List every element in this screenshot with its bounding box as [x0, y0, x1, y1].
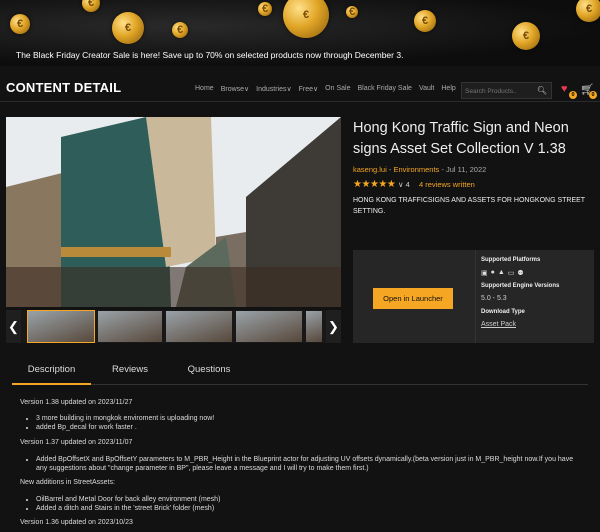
nav-home[interactable]: Home: [195, 85, 214, 93]
nav-help[interactable]: Help: [441, 85, 455, 93]
thumbnail[interactable]: [166, 311, 232, 342]
nav-vault[interactable]: Vault: [419, 85, 434, 93]
black-friday-banner[interactable]: The Black Friday Creator Sale is here! S…: [0, 0, 600, 66]
platform-icons: ▣ ● ▲ ▭ ⚉: [481, 269, 524, 277]
tab-reviews[interactable]: Reviews: [96, 360, 164, 385]
category-link[interactable]: Environments: [393, 165, 439, 174]
coin-decoration: [82, 0, 100, 12]
search-icon[interactable]: 🔍︎: [537, 86, 547, 95]
product-main-image[interactable]: [6, 117, 341, 307]
version-heading: Version 1.38 updated on 2023/11/27: [20, 399, 133, 406]
search-input[interactable]: [465, 85, 535, 97]
panel-divider: [475, 250, 476, 343]
gallery-prev-button[interactable]: ❮: [6, 310, 21, 343]
rating-count[interactable]: ∨ 4: [398, 180, 410, 189]
chevron-down-icon: ∨: [398, 180, 404, 189]
open-in-launcher-button[interactable]: Open in Launcher: [373, 288, 453, 309]
engine-versions-label: Supported Engine Versions: [481, 283, 560, 289]
thumbnail-strip: ❮ ❯: [6, 310, 341, 343]
hong-kong-street-image: [6, 117, 341, 307]
coin-decoration: [172, 22, 188, 38]
coin-decoration: [283, 0, 329, 38]
coin-decoration: [112, 12, 144, 44]
list-item: OilBarrel and Metal Door for back alley …: [36, 495, 220, 504]
nav-black-friday-sale[interactable]: Black Friday Sale: [357, 85, 411, 93]
chevron-down-icon: ∨: [313, 86, 319, 93]
coin-decoration: [512, 22, 540, 50]
coin-decoration: [258, 2, 272, 16]
main-nav: Home Browse∨ Industries∨ Free∨ On Sale B…: [195, 85, 456, 93]
download-type-link[interactable]: Asset Pack: [481, 321, 516, 328]
reviews-link[interactable]: 4 reviews written: [419, 180, 475, 189]
product-meta: kaseng.lui - Environments - Jul 11, 2022: [353, 165, 487, 174]
purchase-panel: Open in Launcher Supported Platforms ▣ ●…: [353, 250, 594, 343]
rating-stars[interactable]: ★★★★★: [353, 179, 396, 190]
site-logo[interactable]: CONTENT DETAIL: [6, 80, 121, 95]
short-description: HONG KONG TRAFFICSIGNS AND ASSETS FOR HO…: [353, 197, 585, 215]
thumbnail[interactable]: [306, 311, 322, 342]
nav-free[interactable]: Free∨: [299, 85, 319, 93]
banner-text: The Black Friday Creator Sale is here! S…: [16, 50, 404, 60]
nav-browse[interactable]: Browse∨: [221, 85, 249, 93]
coin-decoration: [10, 14, 30, 34]
gallery-next-button[interactable]: ❯: [326, 310, 341, 343]
chevron-down-icon: ∨: [244, 86, 250, 93]
tab-questions[interactable]: Questions: [170, 360, 248, 385]
wishlist-heart-icon[interactable]: ♥: [561, 83, 568, 95]
list-item: added Bp_decal for work faster .: [36, 423, 214, 432]
wishlist-count-badge: 0: [569, 91, 577, 99]
product-title: Hong Kong Traffic Sign and Neon signs As…: [353, 120, 569, 157]
star-icon: ★: [386, 179, 396, 190]
windows-icon: ▣: [481, 270, 488, 277]
thumbnail[interactable]: [236, 311, 302, 342]
nav-industries[interactable]: Industries∨: [256, 85, 291, 93]
coin-decoration: [346, 6, 358, 18]
version-heading: Version 1.37 updated on 2023/11/07: [20, 439, 133, 446]
seller-link[interactable]: kaseng.lui: [353, 165, 387, 174]
section-heading: New additions in StreetAssets:: [20, 479, 115, 486]
change-list: 3 more building in mongkok enviroment is…: [36, 414, 214, 432]
release-date: Jul 11, 2022: [445, 165, 487, 174]
download-type-label: Download Type: [481, 309, 525, 315]
tab-description[interactable]: Description: [12, 360, 91, 385]
cart-count-badge: 0: [589, 91, 597, 99]
thumbnail[interactable]: [98, 311, 162, 342]
list-item: Added BpOffsetX and BpOffsetY parameters…: [36, 455, 585, 473]
apple-icon: ●: [490, 269, 495, 276]
search-box: 🔍︎: [461, 82, 552, 99]
star-icon: ★: [361, 179, 370, 190]
list-item: Added a ditch and Stairs in the 'street …: [36, 504, 220, 513]
platforms-label: Supported Platforms: [481, 257, 541, 263]
list-item: 3 more building in mongkok enviroment is…: [36, 414, 214, 423]
nav-on-sale[interactable]: On Sale: [325, 85, 350, 93]
change-list: OilBarrel and Metal Door for back alley …: [36, 495, 220, 513]
android-icon: ⚉: [517, 270, 524, 277]
laptop-icon: ▭: [507, 270, 515, 277]
coin-decoration: [576, 0, 600, 22]
version-heading: Version 1.36 updated on 2023/10/23: [20, 519, 133, 526]
engine-versions-value: 5.0 - 5.3: [481, 295, 507, 302]
chevron-down-icon: ∨: [286, 86, 292, 93]
star-icon: ★: [378, 179, 387, 190]
thumbnail[interactable]: [27, 310, 95, 343]
product-tabs: Description Reviews Questions: [12, 360, 588, 385]
change-list: Added BpOffsetX and BpOffsetY parameters…: [36, 455, 585, 473]
coin-decoration: [414, 10, 436, 32]
linux-icon: ▲: [497, 269, 505, 276]
